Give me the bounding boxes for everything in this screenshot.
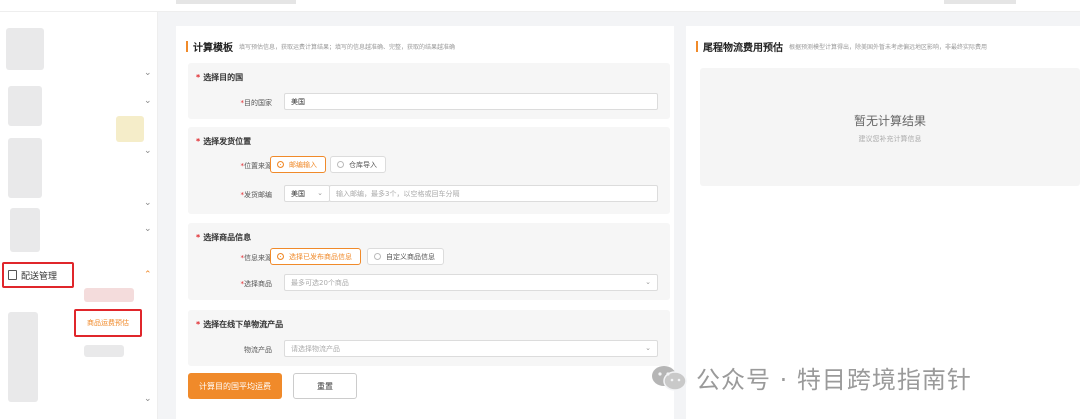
radio-dot (337, 161, 344, 168)
result-hint: 根据预测模型计算得出，除美国外暂未考虑偏远地区影响，非最终实际费用 (789, 44, 988, 51)
chevron-down-icon: ⌄ (645, 278, 651, 286)
radio-label: 自定义商品信息 (386, 252, 435, 261)
form-header: 计算模板 填写预估信息，获取运费计算结果；填写的信息越准确、完整，获取的结果越准… (186, 39, 455, 54)
radio-dot (374, 253, 381, 260)
empty-result-subtitle: 建议您补充计算信息 (858, 135, 922, 143)
chevron-down-icon[interactable]: ⌄ (144, 146, 152, 156)
watermark: 公众号 · 特目跨境指南针 (650, 360, 972, 395)
goods-source-label: *信息来源 (240, 254, 273, 262)
form-hint: 填写预估信息，获取运费计算结果；填写的信息越准确、完整，获取的结果越准确 (239, 44, 456, 51)
select-goods-dropdown[interactable]: 最多可选20个商品 ⌄ (284, 274, 658, 291)
destination-country-select[interactable]: 美国 (284, 93, 658, 110)
empty-result-box: 暂无计算结果 建议您补充计算信息 (700, 68, 1080, 186)
section-destination: * 选择目的国 *目的国家 美国 (188, 63, 670, 119)
postal-code-label: *发货邮编 (240, 191, 273, 199)
radio-postal-input[interactable]: 邮编输入 (270, 156, 326, 173)
chevron-down-icon[interactable]: ⌄ (144, 198, 152, 208)
radio-custom-goods[interactable]: 自定义商品信息 (367, 248, 444, 265)
empty-result-title: 暂无计算结果 (853, 114, 926, 128)
top-bar (0, 0, 1080, 12)
chevron-down-icon: ⌄ (317, 189, 323, 197)
radio-label: 邮编输入 (289, 160, 317, 169)
chevron-down-icon: ⌄ (645, 344, 651, 352)
title-accent (186, 41, 188, 52)
section-title: * 选择在线下单物流产品 (196, 320, 284, 329)
radio-published-goods[interactable]: 选择已发布商品信息 (270, 248, 361, 265)
result-header: 尾程物流费用预估 根据预测模型计算得出，除美国外暂未考虑偏远地区影响，非最终实际… (696, 39, 987, 54)
select-goods-label: *选择商品 (240, 280, 273, 288)
goods-placeholder: 最多可选20个商品 (291, 278, 349, 287)
blurred-menu (8, 86, 42, 126)
section-logistics: * 选择在线下单物流产品 物流产品 请选择物流产品 ⌄ (188, 310, 670, 366)
origin-country-select[interactable]: 美国 ⌄ (284, 185, 330, 202)
section-goods: * 选择商品信息 *信息来源 选择已发布商品信息 自定义商品信息 *选择商品 最多… (188, 223, 670, 300)
chevron-down-icon[interactable]: ⌄ (144, 224, 152, 234)
postal-code-input[interactable]: 输入邮编，最多3个，以空格或回车分隔 (329, 185, 658, 202)
section-title: * 选择目的国 (196, 73, 244, 82)
section-title: * 选择发货位置 (196, 137, 252, 146)
wechat-icon (652, 365, 687, 391)
section-title: * 选择商品信息 (196, 233, 252, 242)
reset-button[interactable]: 重置 (293, 373, 357, 399)
radio-label: 仓库导入 (349, 160, 377, 169)
watermark-text: 公众号 · 特目跨境指南针 (696, 366, 972, 394)
sidebar-item-delivery-management[interactable]: 配送管理 (2, 262, 74, 288)
radio-dot (277, 161, 284, 168)
radio-label: 选择已发布商品信息 (289, 252, 352, 261)
radio-dot (277, 253, 284, 260)
chevron-down-icon[interactable]: ⌄ (144, 68, 152, 78)
destination-label: *目的国家 (240, 99, 273, 107)
document-icon (8, 270, 17, 280)
sidebar-subitem-freight-estimate[interactable]: 商品运费预估 (74, 309, 142, 337)
chevron-up-icon[interactable]: ⌃ (144, 270, 152, 280)
sidebar-subitem-label: 商品运费预估 (87, 319, 129, 327)
top-bar-blur (176, 0, 296, 4)
title-accent (696, 41, 698, 52)
calculate-button[interactable]: 计算目的国平均运费 (188, 373, 282, 399)
form-title: 计算模板 (193, 43, 233, 54)
section-origin: * 选择发货位置 *位置来源 邮编输入 仓库导入 *发货邮编 美国 ⌄ 输入邮编，… (188, 127, 670, 214)
calculation-form: 计算模板 填写预估信息，获取运费计算结果；填写的信息越准确、完整，获取的结果越准… (176, 26, 674, 419)
blurred-menu (6, 28, 44, 70)
top-bar-blur (944, 0, 1016, 4)
chevron-down-icon[interactable]: ⌄ (144, 96, 152, 106)
blurred-menu (8, 312, 38, 402)
origin-source-label: *位置来源 (240, 162, 273, 170)
blurred-menu (116, 116, 144, 142)
result-title: 尾程物流费用预估 (703, 43, 783, 54)
blurred-menu (84, 345, 124, 357)
logistics-label: 物流产品 (244, 346, 272, 354)
logistics-product-select[interactable]: 请选择物流产品 ⌄ (284, 340, 658, 357)
blurred-menu (8, 138, 42, 198)
origin-country-value: 美国 (291, 189, 305, 198)
chevron-down-icon[interactable]: ⌄ (144, 394, 152, 404)
sidebar-item-label: 配送管理 (21, 271, 58, 282)
radio-warehouse-import[interactable]: 仓库导入 (330, 156, 386, 173)
sidebar: ⌄ ⌄ ⌄ ⌄ ⌄ 配送管理 ⌃ 商品运费预估 ⌄ (0, 12, 158, 419)
blurred-menu (10, 208, 40, 252)
blurred-menu (84, 288, 134, 302)
logistics-placeholder: 请选择物流产品 (291, 344, 340, 353)
